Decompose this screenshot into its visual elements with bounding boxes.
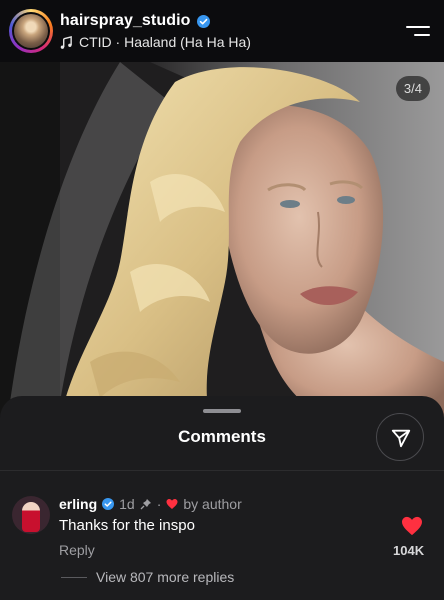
meta-separator: · bbox=[156, 496, 162, 512]
avatar-image bbox=[14, 14, 48, 48]
view-more-replies-button[interactable]: View 807 more replies bbox=[96, 569, 234, 585]
like-count: 104K bbox=[393, 543, 425, 558]
portrait-image bbox=[0, 62, 444, 422]
heart-icon bbox=[166, 499, 178, 509]
verified-badge-icon bbox=[102, 498, 115, 510]
username-row: hairspray_studio bbox=[60, 12, 210, 30]
liked-by-author-label: by author bbox=[183, 496, 242, 512]
sheet-divider bbox=[0, 470, 444, 471]
post-header: hairspray_studio CTID · Haaland (Ha Ha H… bbox=[0, 0, 444, 62]
share-button[interactable] bbox=[376, 413, 424, 461]
commenter-avatar[interactable] bbox=[12, 496, 50, 534]
audio-title: CTID · Haaland (Ha Ha Ha) bbox=[79, 34, 251, 50]
comment-meta: erling 1d · by author bbox=[59, 496, 242, 512]
comments-sheet: Comments erling 1d · by author Thanks fo… bbox=[0, 396, 444, 600]
music-note-icon bbox=[60, 35, 72, 49]
username-link[interactable]: hairspray_studio bbox=[60, 12, 191, 30]
menu-icon[interactable] bbox=[406, 22, 430, 40]
replies-divider bbox=[61, 577, 87, 578]
commenter-username[interactable]: erling bbox=[59, 496, 97, 512]
comment-text: Thanks for the inspo bbox=[59, 517, 195, 534]
pin-icon bbox=[140, 499, 151, 510]
like-heart-icon[interactable] bbox=[401, 516, 423, 536]
comment-time: 1d bbox=[119, 496, 135, 512]
send-icon bbox=[391, 429, 411, 448]
audio-track[interactable]: CTID · Haaland (Ha Ha Ha) bbox=[60, 34, 251, 50]
carousel-counter: 3/4 bbox=[395, 76, 430, 101]
verified-badge-icon bbox=[196, 14, 210, 28]
sheet-grabber-handle[interactable] bbox=[203, 409, 241, 413]
post-photo[interactable]: 3/4 bbox=[0, 62, 444, 422]
reply-button[interactable]: Reply bbox=[59, 542, 95, 558]
profile-avatar[interactable] bbox=[9, 9, 53, 53]
